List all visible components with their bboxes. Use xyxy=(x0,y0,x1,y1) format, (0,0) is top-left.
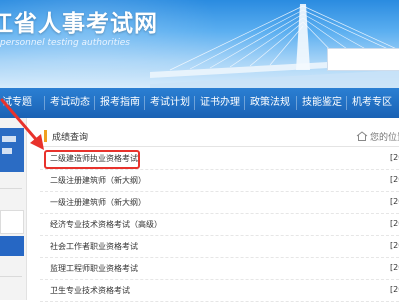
nav-item-exam-plan[interactable]: 考试计划 xyxy=(150,88,190,118)
list-item[interactable]: 经济专业技术资格考试（高级） [20 xyxy=(40,213,399,236)
sidebar-divider xyxy=(0,188,22,189)
list-item-title[interactable]: 社会工作者职业资格考试 xyxy=(50,241,138,252)
search-input[interactable] xyxy=(327,48,399,71)
list-item[interactable]: 二级注册建筑师（新大纲） [20 xyxy=(40,169,399,192)
sidebar-divider xyxy=(0,276,22,277)
bridge-illustration xyxy=(150,4,399,88)
list-item-title[interactable]: 经济专业技术资格考试（高级） xyxy=(50,219,162,230)
list-item-date: [20 xyxy=(390,285,399,294)
nav-item-apply-guide[interactable]: 报考指南 xyxy=(100,88,140,118)
nav-item-certificate[interactable]: 证书办理 xyxy=(200,88,240,118)
sidebar-button[interactable] xyxy=(0,236,24,256)
nav-item-policy[interactable]: 政策法规 xyxy=(250,88,290,118)
site-title: 江省人事考试网 xyxy=(0,10,158,37)
site-subtitle: personnel testing authorities xyxy=(0,38,130,48)
list-item[interactable]: 卫生专业技术资格考试 [20 xyxy=(40,279,399,302)
nav-divider xyxy=(346,96,347,110)
location-label: 您的位置 xyxy=(370,133,399,143)
nav-divider xyxy=(144,96,145,110)
nav-item-computer-exam[interactable]: 机考专区 xyxy=(352,88,392,118)
nav-divider xyxy=(94,96,95,110)
list-item-date: [20 xyxy=(390,219,399,228)
list-item-title[interactable]: 监理工程师职业资格考试 xyxy=(50,263,138,274)
annotation-arrow xyxy=(0,98,44,150)
list-item-title[interactable]: 二级注册建筑师（新大纲） xyxy=(50,175,146,186)
home-icon xyxy=(356,131,368,141)
list-item-date: [20 xyxy=(390,197,399,206)
list-item-date: [20 xyxy=(390,263,399,272)
sidebar-input[interactable] xyxy=(0,210,24,234)
list-item-title[interactable]: 卫生专业技术资格考试 xyxy=(50,285,130,296)
nav-divider xyxy=(296,96,297,110)
list-item[interactable]: 社会工作者职业资格考试 [20 xyxy=(40,235,399,258)
list-item-date: [20 xyxy=(390,175,399,184)
nav-divider xyxy=(244,96,245,110)
list-item-title[interactable]: 一级注册建筑师（新大纲） xyxy=(50,197,146,208)
main-content: 成绩查询 您的位置 二级建造师执业资格考试 [20 二级注册建筑师（新大纲） [… xyxy=(40,126,399,302)
nav-divider xyxy=(194,96,195,110)
list-item-date: [20 xyxy=(390,241,399,250)
list-item-date: [20 xyxy=(390,153,399,162)
list-item[interactable]: 一级注册建筑师（新大纲） [20 xyxy=(40,191,399,214)
list-item[interactable]: 监理工程师职业资格考试 [20 xyxy=(40,257,399,280)
section-header: 成绩查询 您的位置 xyxy=(40,126,399,147)
nav-item-skill-test[interactable]: 技能鉴定 xyxy=(302,88,342,118)
header-banner: 江省人事考试网 personnel testing authorities xyxy=(0,0,399,88)
